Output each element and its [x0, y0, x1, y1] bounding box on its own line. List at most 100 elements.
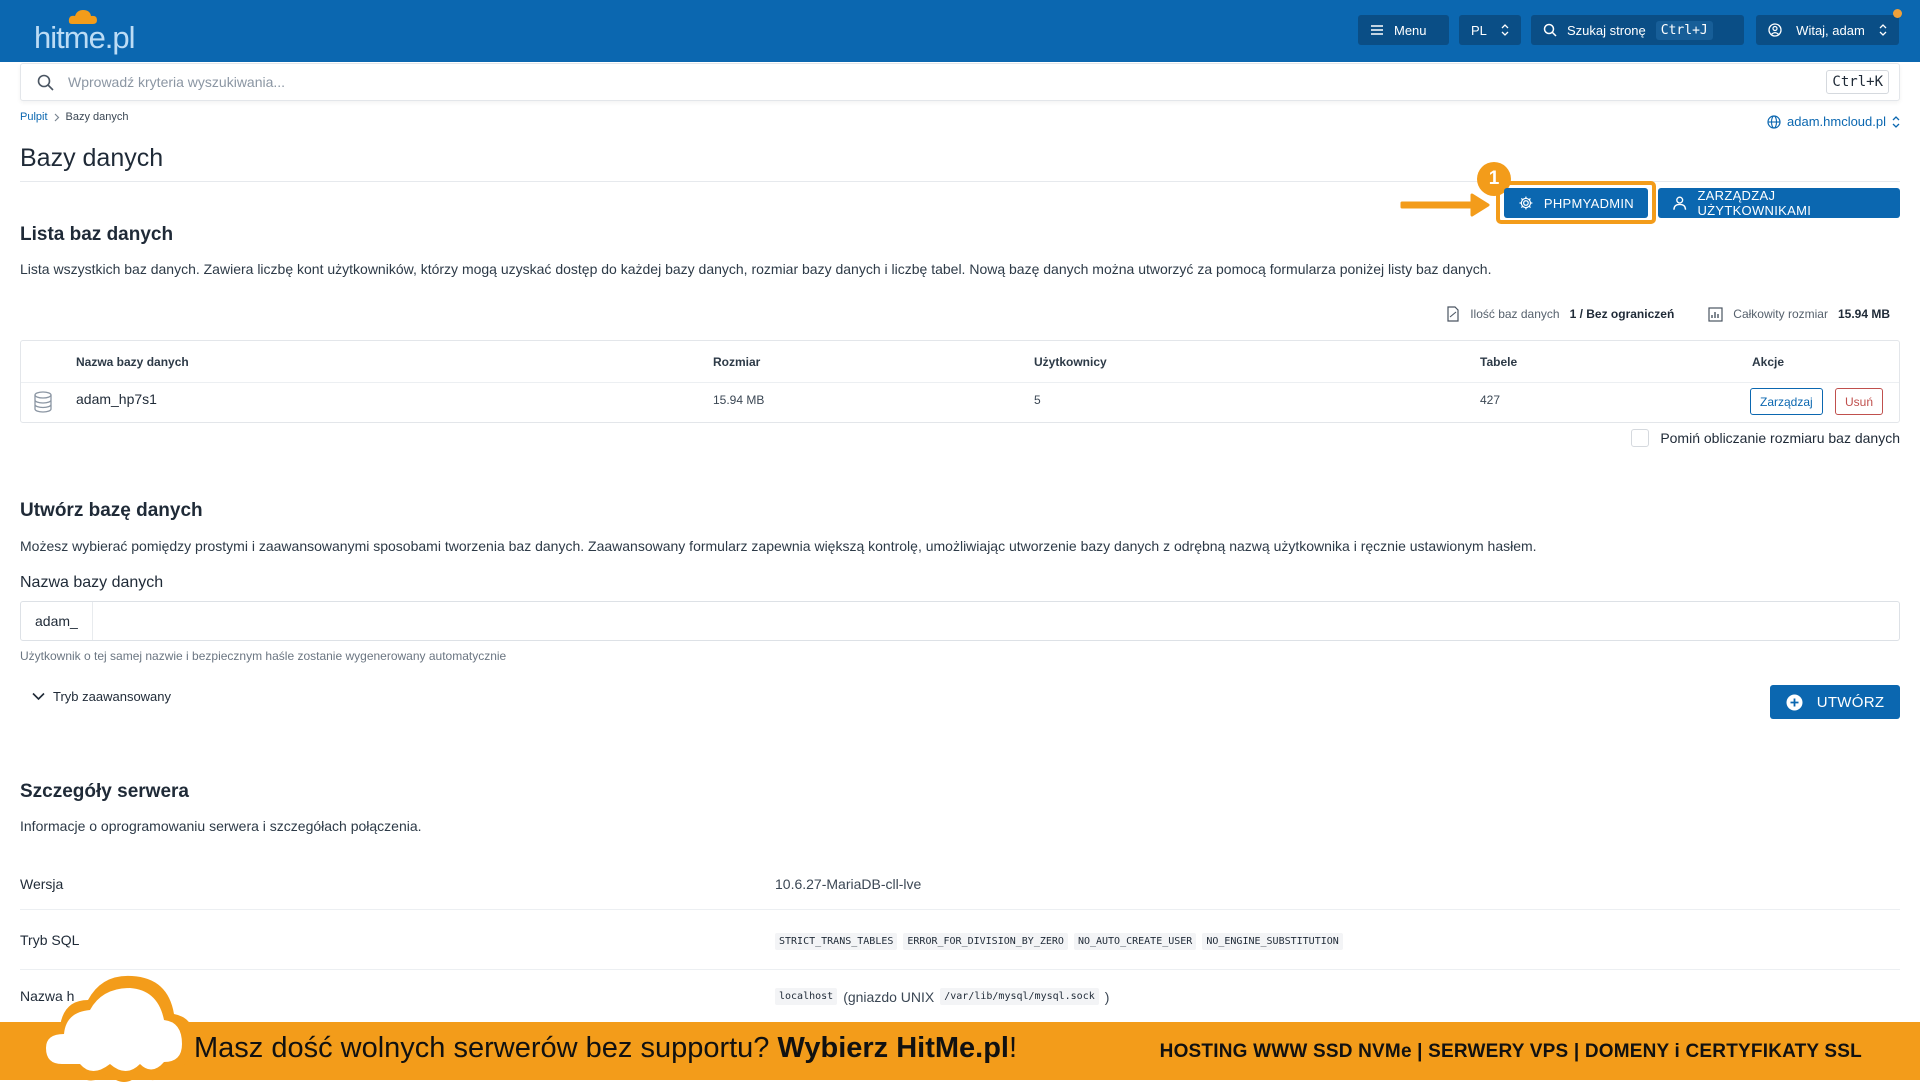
col-size-header: Rozmiar: [713, 355, 761, 369]
search-icon: [37, 74, 54, 91]
banner-message-bold: Wybierz HitMe.pl: [777, 1032, 1010, 1064]
sql-mode-tag: NO_ENGINE_SUBSTITUTION: [1202, 933, 1343, 950]
socket-suffix: ): [1104, 988, 1110, 1005]
gear-icon: [1519, 196, 1533, 210]
col-name-header: Nazwa bazy danych: [76, 355, 189, 369]
total-size-value: 15.94 MB: [1837, 307, 1890, 321]
database-icon: [34, 391, 52, 413]
chevron-down-icon: [32, 692, 45, 701]
db-tables: 427: [1480, 393, 1501, 407]
hamburger-icon: [1371, 25, 1383, 35]
manage-users-button[interactable]: ZARZĄDZAJ UŻYTKOWNIKAMI: [1658, 188, 1900, 218]
updown-chevron-icon: [1501, 24, 1509, 36]
hostname-value: localhost (gniazdo UNIX /var/lib/mysql/m…: [775, 988, 1109, 1005]
page-search-button[interactable]: Szukaj stronę Ctrl+J: [1531, 15, 1744, 45]
col-actions-header: Akcje: [1752, 355, 1785, 369]
breadcrumb: Pulpit Bazy danych: [20, 111, 129, 123]
sql-mode-tag: NO_AUTO_CREATE_USER: [1073, 933, 1197, 950]
hostname-row: Nazwa h localhost (gniazdo UNIX /var/lib…: [20, 970, 1900, 1020]
server-version-label: Wersja: [20, 876, 64, 892]
domain-selector[interactable]: adam.hmcloud.pl: [1767, 114, 1900, 129]
sql-mode-tag: ERROR_FOR_DIVISION_BY_ZERO: [903, 933, 1068, 950]
logo-text: hitme.pl: [34, 20, 136, 55]
banner-message: Masz dość wolnych serwerów bez supportu?…: [194, 1032, 1017, 1065]
cloud-icon: [35, 975, 195, 1082]
col-tables-header: Tabele: [1480, 355, 1518, 369]
top-bar: hitme.pl Menu PL Szukaj stronę Ctrl+J Wi…: [0, 0, 1920, 62]
notification-dot: [1893, 9, 1902, 18]
sql-mode-row: Tryb SQL STRICT_TRANS_TABLES ERROR_FOR_D…: [20, 910, 1900, 970]
updown-chevron-icon: [1879, 24, 1887, 36]
sql-mode-values: STRICT_TRANS_TABLES ERROR_FOR_DIVISION_B…: [775, 933, 1343, 950]
db-stats: Ilość baz danych 1 / Bez ograniczeń Całk…: [1446, 306, 1890, 322]
db-name-prefix: adam_: [21, 602, 93, 640]
sql-mode-tag: STRICT_TRANS_TABLES: [775, 933, 898, 950]
breadcrumb-current: Bazy danych: [65, 111, 129, 123]
create-db-button[interactable]: UTWÓRZ: [1770, 685, 1900, 719]
page-search-label: Szukaj stronę: [1567, 22, 1646, 38]
manage-users-label: ZARZĄDZAJ UŻYTKOWNIKAMI: [1697, 188, 1812, 218]
advanced-mode-label: Tryb zaawansowany: [53, 689, 172, 704]
checkbox[interactable]: [1631, 429, 1650, 447]
delete-db-button[interactable]: Usuń: [1835, 388, 1884, 415]
updown-chevron-icon: [1892, 115, 1900, 128]
create-db-title: Utwórz bazę danych: [20, 500, 203, 521]
server-version-row: Wersja 10.6.27-MariaDB-cll-lve: [20, 862, 1900, 910]
db-list-title: Lista baz danych: [20, 224, 174, 245]
databases-table: Nazwa bazy danych Rozmiar Użytkownicy Ta…: [20, 340, 1900, 423]
user-icon: [1673, 196, 1687, 210]
manage-db-button[interactable]: Zarządzaj: [1750, 388, 1823, 415]
domain-label: adam.hmcloud.pl: [1787, 114, 1886, 129]
db-name-hint: Użytkownik o tej samej nazwie i bezpiecz…: [20, 649, 507, 663]
user-label: Witaj, adam: [1796, 22, 1865, 38]
phpmyadmin-label: PHPMYADMIN: [1543, 195, 1634, 211]
total-size-label: Całkowity rozmiar: [1733, 307, 1828, 321]
db-name-field-label: Nazwa bazy danych: [20, 574, 164, 591]
phpmyadmin-button[interactable]: PHPMYADMIN: [1504, 188, 1648, 218]
db-name: adam_hp7s1: [76, 391, 157, 407]
server-details-description: Informacje o oprogramowaniu serwera i sz…: [20, 818, 422, 834]
db-list-description: Lista wszystkich baz danych. Zawiera lic…: [20, 261, 1492, 277]
db-users: 5: [1034, 393, 1041, 407]
chart-icon: [1708, 306, 1723, 322]
page-title: Bazy danych: [20, 144, 164, 172]
socket-prefix: (gniazdo UNIX: [843, 988, 935, 1005]
globe-icon: [1767, 114, 1781, 129]
server-version-value: 10.6.27-MariaDB-cll-lve: [775, 876, 922, 892]
table-header: [21, 341, 1899, 383]
db-size: 15.94 MB: [713, 393, 765, 407]
chevron-right-icon: [54, 113, 59, 121]
breadcrumb-root[interactable]: Pulpit: [20, 111, 48, 123]
sql-mode-label: Tryb SQL: [20, 932, 80, 948]
logo[interactable]: hitme.pl: [32, 6, 147, 55]
language-label: PL: [1471, 22, 1487, 38]
skip-size-label: Pomiń obliczanie rozmiaru baz danych: [1660, 430, 1900, 446]
server-details-title: Szczegóły serwera: [20, 781, 189, 802]
banner-tagline: HOSTING WWW SSD NVMe | SERWERY VPS | DOM…: [1159, 1041, 1862, 1062]
banner-message-text: Masz dość wolnych serwerów bez supportu?: [194, 1032, 770, 1064]
language-select[interactable]: PL: [1459, 15, 1521, 45]
advanced-mode-toggle[interactable]: Tryb zaawansowany: [32, 689, 171, 704]
banner-message-end: !: [1009, 1032, 1018, 1064]
db-count-value: 1 / Bez ograniczeń: [1569, 307, 1675, 321]
menu-label: Menu: [1394, 22, 1427, 38]
document-icon: [1447, 306, 1459, 322]
search-input[interactable]: Wprowadź kryteria wyszukiwania...: [68, 74, 285, 90]
plus-circle-icon: [1786, 694, 1803, 710]
user-circle-icon: [1768, 23, 1782, 37]
col-users-header: Użytkownicy: [1034, 355, 1107, 369]
create-db-description: Możesz wybierać pomiędzy prostymi i zaaw…: [20, 538, 1537, 554]
menu-button[interactable]: Menu: [1358, 15, 1449, 45]
search-shortcut: Ctrl+K: [1826, 70, 1889, 94]
db-name-field[interactable]: adam_: [20, 601, 1900, 641]
create-db-label: UTWÓRZ: [1816, 693, 1885, 711]
socket-path: /var/lib/mysql/mysql.sock: [940, 988, 1099, 1005]
page-search-shortcut: Ctrl+J: [1655, 20, 1713, 40]
db-count-label: Ilość baz danych: [1470, 307, 1560, 321]
skip-size-checkbox[interactable]: Pomiń obliczanie rozmiaru baz danych: [1631, 429, 1900, 447]
search-icon: [1543, 23, 1557, 37]
hostname-code: localhost: [775, 988, 838, 1005]
user-menu-button[interactable]: Witaj, adam: [1756, 9, 1902, 45]
global-search[interactable]: Wprowadź kryteria wyszukiwania... Ctrl+K: [20, 63, 1900, 101]
promo-banner[interactable]: Masz dość wolnych serwerów bez supportu?…: [0, 975, 1920, 1082]
